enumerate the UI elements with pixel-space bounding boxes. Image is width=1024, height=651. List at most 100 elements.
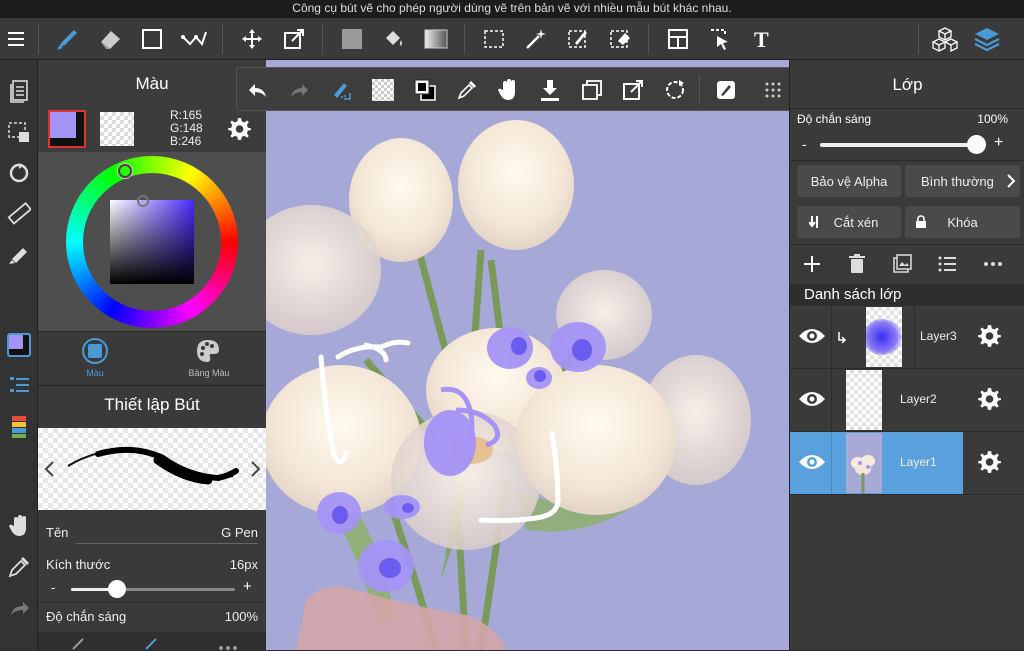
drawing-canvas[interactable]: [266, 60, 789, 650]
move-tool-icon[interactable]: [237, 24, 267, 54]
dropper-icon[interactable]: [452, 75, 482, 105]
fill-pen-icon[interactable]: [4, 240, 34, 270]
operation-tool-icon[interactable]: [705, 24, 735, 54]
eyedropper-icon[interactable]: [4, 552, 34, 582]
selection-layer-icon[interactable]: [4, 117, 34, 147]
clip-indicator-icon: [837, 330, 847, 344]
layer-more-icon[interactable]: [983, 261, 1003, 267]
fill-color-tool-icon[interactable]: [337, 24, 367, 54]
size-value: 16px: [229, 557, 258, 572]
hand-pan-icon[interactable]: [493, 75, 523, 105]
svg-text:T: T: [754, 27, 769, 51]
magic-wand-icon[interactable]: [521, 24, 551, 54]
primary-color-swatch[interactable]: [48, 110, 86, 148]
layer-thumbnail: [846, 370, 882, 430]
brush-name-value[interactable]: G Pen: [221, 525, 258, 540]
visibility-eye-icon[interactable]: [798, 452, 826, 472]
saturation-value-square[interactable]: [110, 200, 194, 284]
tab-color[interactable]: Màu: [38, 368, 152, 378]
layer-opacity-value: 100%: [977, 112, 1008, 126]
clipping-button[interactable]: Cắt xén: [797, 206, 901, 238]
grid-more-icon[interactable]: [758, 75, 788, 105]
menu-icon[interactable]: [2, 24, 32, 54]
color-swatch-icon[interactable]: [4, 330, 34, 360]
layer-settings-gear-icon[interactable]: [976, 449, 1002, 475]
pen-sync-icon[interactable]: [326, 75, 356, 105]
layer-row[interactable]: Layer2: [790, 369, 1024, 431]
reset-rotate-icon[interactable]: [660, 75, 690, 105]
lock-icon: [915, 215, 927, 229]
save-download-icon[interactable]: [535, 75, 565, 105]
layer-list-icon[interactable]: [938, 256, 956, 272]
lock-label: Khóa: [947, 214, 978, 230]
copy-layer-icon[interactable]: [577, 75, 607, 105]
layer-name: Layer1: [900, 455, 937, 469]
layer-list-title: Danh sách lớp: [804, 286, 902, 303]
add-image-layer-icon[interactable]: [892, 254, 912, 274]
color-settings-gear-icon[interactable]: [226, 116, 252, 142]
size-plus-button[interactable]: +: [243, 578, 252, 595]
transparency-icon[interactable]: [368, 75, 398, 105]
size-slider-handle[interactable]: [108, 580, 126, 598]
blend-mode-label: Bình thường: [921, 173, 994, 189]
export-icon[interactable]: [618, 75, 648, 105]
gradient-tool-icon[interactable]: [421, 24, 451, 54]
layer-settings-gear-icon[interactable]: [976, 323, 1002, 349]
select-tool-icon[interactable]: [479, 24, 509, 54]
color-tab-icon[interactable]: [82, 338, 108, 364]
opacity-value: 100%: [224, 609, 258, 624]
layer-opacity-label: Độ chắn sáng: [797, 112, 872, 126]
brush-list-icon[interactable]: [4, 370, 34, 400]
add-layer-icon[interactable]: [802, 254, 822, 274]
redo-canvas-icon[interactable]: [284, 75, 314, 105]
select-eraser-icon[interactable]: [605, 24, 635, 54]
blend-mode-button[interactable]: Bình thường: [905, 165, 1020, 197]
layers-icon[interactable]: [972, 24, 1002, 54]
rotate-canvas-icon[interactable]: [4, 158, 34, 188]
size-minus-button[interactable]: -: [51, 580, 55, 595]
transparent-color-swatch[interactable]: [100, 112, 134, 146]
material-icon[interactable]: [930, 24, 960, 54]
layer-row-selected[interactable]: Layer1: [790, 432, 963, 494]
ruler-icon[interactable]: [4, 199, 34, 229]
sv-handle[interactable]: [137, 195, 149, 207]
stroke-tool-icon[interactable]: [179, 24, 209, 54]
alpha-protect-button[interactable]: Bảo vệ Alpha: [797, 165, 901, 197]
visibility-eye-icon[interactable]: [798, 389, 826, 409]
layer-opacity-plus[interactable]: +: [994, 134, 1003, 152]
redo-icon[interactable]: [4, 594, 34, 624]
page-icon[interactable]: [4, 76, 34, 106]
layer-opacity-slider[interactable]: [820, 143, 980, 147]
left-tool-strip: [0, 60, 38, 650]
shape-tool-icon[interactable]: [137, 24, 167, 54]
brush-next-icon[interactable]: [250, 460, 262, 478]
blue-value: B:246: [170, 134, 202, 148]
layer-panel: Lớp Độ chắn sáng 100% - + Bảo vệ Alpha B…: [789, 60, 1024, 650]
palette-tab-icon[interactable]: [195, 338, 221, 364]
top-toolbar: T: [0, 18, 1024, 60]
select-pen-icon[interactable]: [563, 24, 593, 54]
bucket-tool-icon[interactable]: [379, 24, 409, 54]
pen-tool-icon[interactable]: [52, 24, 82, 54]
hand-icon[interactable]: [4, 511, 34, 541]
tab-palette[interactable]: Bảng Màu: [152, 368, 266, 378]
lock-button[interactable]: Khóa: [905, 206, 1020, 238]
layer-opacity-handle[interactable]: [967, 135, 986, 154]
delete-layer-icon[interactable]: [848, 254, 866, 274]
swap-colors-icon[interactable]: [410, 75, 440, 105]
layer-settings-gear-icon[interactable]: [976, 386, 1002, 412]
layer-name: Layer2: [900, 392, 937, 406]
text-tool-icon[interactable]: T: [747, 24, 777, 54]
palette-strip-icon[interactable]: [4, 412, 34, 442]
transform-tool-icon[interactable]: [279, 24, 309, 54]
brush-prev-icon[interactable]: [43, 460, 55, 478]
edit-mode-icon[interactable]: [711, 75, 741, 105]
layer-row[interactable]: Layer3: [790, 306, 1024, 368]
divider: [38, 602, 266, 603]
hue-ring-handle[interactable]: [118, 164, 132, 178]
visibility-eye-icon[interactable]: [798, 326, 826, 346]
layer-opacity-minus[interactable]: -: [802, 136, 807, 152]
undo-icon[interactable]: [243, 75, 273, 105]
frame-divider-icon[interactable]: [663, 24, 693, 54]
eraser-tool-icon[interactable]: [95, 24, 125, 54]
